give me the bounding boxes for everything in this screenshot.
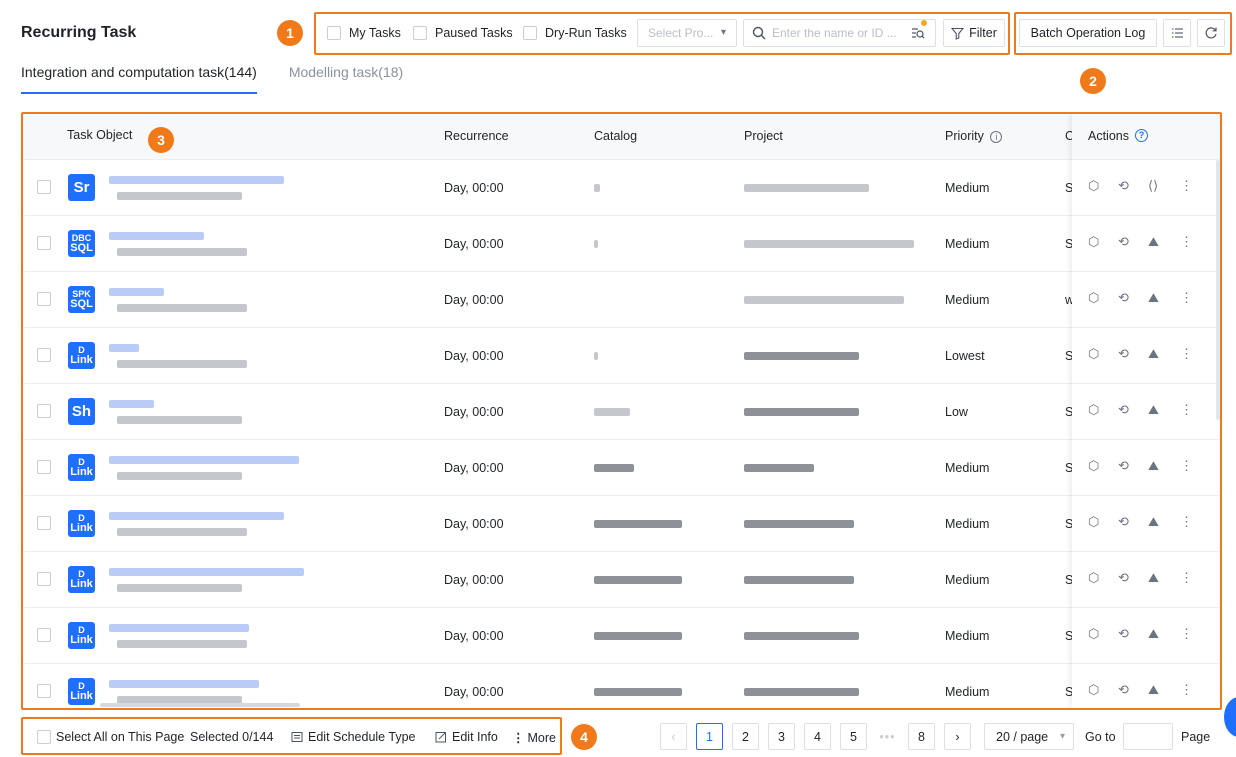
list-icon [1171, 28, 1183, 38]
page-size-select[interactable]: 20 / page ▾ [984, 723, 1074, 750]
tab-modelling[interactable]: Modelling task(18) [289, 64, 403, 94]
chevron-down-icon: ▾ [1059, 731, 1065, 742]
go-to-page-input[interactable] [1123, 723, 1173, 750]
edit-info-button[interactable]: Edit Info [435, 730, 498, 744]
chevron-left-icon: ‹ [671, 729, 676, 744]
page-1[interactable]: 1 [696, 723, 723, 750]
dry-run-tasks-checkbox[interactable] [523, 26, 537, 40]
edit-schedule-type-label: Edit Schedule Type [308, 730, 416, 744]
task-tabs: Integration and computation task(144) Mo… [21, 64, 403, 94]
paused-tasks-checkbox[interactable] [413, 26, 427, 40]
funnel-icon [951, 27, 965, 40]
notification-dot [921, 20, 927, 26]
next-page-button[interactable]: › [944, 723, 971, 750]
page-2[interactable]: 2 [732, 723, 759, 750]
floating-help-button[interactable] [1224, 697, 1236, 737]
edit-info-label: Edit Info [452, 730, 498, 744]
page-4[interactable]: 4 [804, 723, 831, 750]
more-icon: ⋮ [512, 731, 525, 745]
page-title: Recurring Task [21, 24, 137, 41]
advanced-search-icon[interactable] [911, 26, 925, 40]
page-label: Page [1181, 730, 1211, 744]
callout-table [21, 112, 1222, 710]
selected-count: Selected 0/144 [190, 730, 274, 744]
callout-badge-4: 4 [571, 724, 597, 750]
filter-button[interactable]: Filter [943, 19, 1005, 47]
dry-run-tasks-label: Dry-Run Tasks [545, 26, 627, 40]
list-view-button[interactable] [1163, 19, 1191, 47]
paused-tasks-label: Paused Tasks [435, 26, 513, 40]
batch-operation-log-label: Batch Operation Log [1030, 26, 1146, 40]
vertical-scrollbar[interactable] [1216, 160, 1220, 420]
page-ellipsis[interactable]: ••• [874, 723, 901, 750]
search-input[interactable]: Enter the name or ID ... [743, 19, 936, 47]
select-all-checkbox[interactable] [37, 730, 51, 744]
filter-my-tasks[interactable]: My Tasks [327, 26, 401, 40]
go-to-label: Go to [1085, 730, 1116, 744]
edit-schedule-type-button[interactable]: Edit Schedule Type [291, 730, 415, 744]
search-icon [752, 26, 766, 40]
tab-integration-computation[interactable]: Integration and computation task(144) [21, 64, 257, 94]
filter-dry-run-tasks[interactable]: Dry-Run Tasks [523, 26, 627, 40]
search-placeholder: Enter the name or ID ... [772, 26, 897, 40]
page-8[interactable]: 8 [908, 723, 935, 750]
project-select[interactable]: Select Pro... ▾ [637, 19, 737, 47]
filter-paused-tasks[interactable]: Paused Tasks [413, 26, 513, 40]
horizontal-scrollbar[interactable] [100, 703, 300, 707]
page-5[interactable]: 5 [840, 723, 867, 750]
schedule-icon [291, 732, 303, 742]
refresh-icon [1205, 27, 1217, 39]
more-label: More [527, 730, 556, 745]
batch-operation-log-button[interactable]: Batch Operation Log [1019, 19, 1157, 47]
my-tasks-label: My Tasks [349, 26, 401, 40]
edit-icon [435, 732, 446, 743]
callout-badge-3: 3 [148, 127, 174, 153]
project-select-placeholder: Select Pro... [648, 26, 714, 40]
chevron-down-icon: ▾ [720, 27, 726, 38]
callout-badge-1: 1 [277, 20, 303, 46]
select-all-on-page[interactable]: Select All on This Page [37, 730, 184, 744]
my-tasks-checkbox[interactable] [327, 26, 341, 40]
filter-button-label: Filter [969, 26, 997, 40]
refresh-button[interactable] [1197, 19, 1225, 47]
page-3[interactable]: 3 [768, 723, 795, 750]
more-button[interactable]: ⋮ More [512, 730, 556, 746]
callout-badge-2: 2 [1080, 68, 1106, 94]
prev-page-button[interactable]: ‹ [660, 723, 687, 750]
chevron-right-icon: › [955, 729, 960, 744]
page-size-value: 20 / page [996, 729, 1049, 744]
select-all-label: Select All on This Page [56, 730, 185, 744]
